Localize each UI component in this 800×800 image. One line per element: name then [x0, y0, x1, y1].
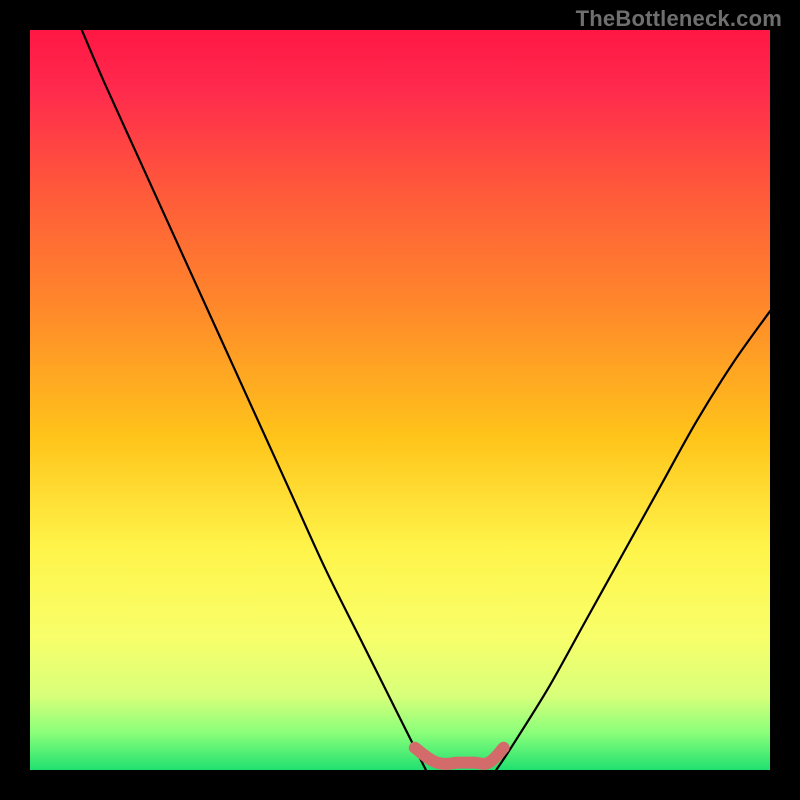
left-curve: [82, 30, 426, 770]
bottom-accent: [415, 748, 504, 764]
curve-layer: [30, 30, 770, 770]
right-curve: [496, 311, 770, 770]
watermark-text: TheBottleneck.com: [576, 6, 782, 32]
chart-container: TheBottleneck.com: [0, 0, 800, 800]
plot-area: [30, 30, 770, 770]
